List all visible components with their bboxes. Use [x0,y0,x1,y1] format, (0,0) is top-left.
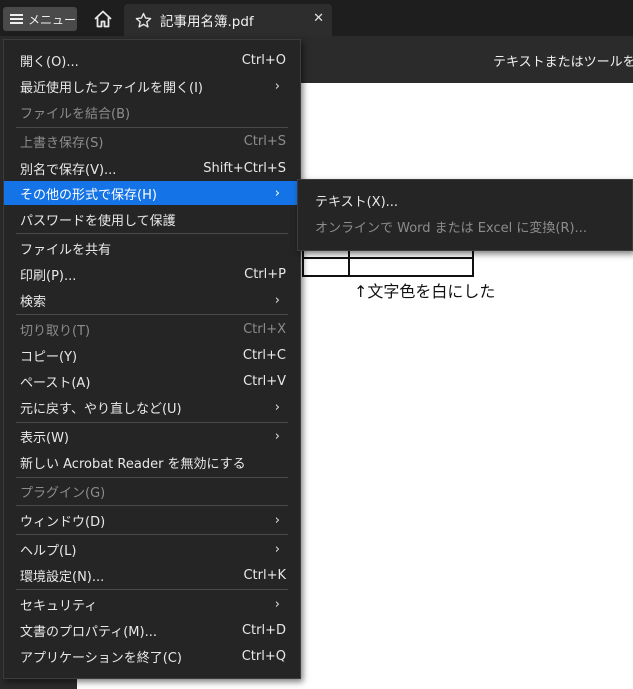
menu-item-recent[interactable]: 最近使用したファイルを開く(I) › [4,74,300,98]
document-tab[interactable]: 記事用名簿.pdf ✕ [124,4,332,36]
table-line [304,257,474,259]
menu-item-security[interactable]: セキュリティ › [4,592,300,616]
close-icon[interactable]: ✕ [313,11,324,26]
table-line [348,250,350,275]
menu-item-window[interactable]: ウィンドウ(D) › [4,508,300,532]
chevron-right-icon: › [274,512,280,528]
menu-item-password-protect[interactable]: パスワードを使用して保護 [4,207,300,231]
chevron-right-icon: › [274,596,280,612]
chevron-right-icon: › [274,292,280,308]
chevron-right-icon: › [274,428,280,444]
chevron-right-icon: › [274,185,280,201]
hamburger-icon [10,14,23,24]
menu-item-save: 上書き保存(S) Ctrl+S [20,133,286,151]
chevron-right-icon: › [274,78,280,94]
menu-item-exit[interactable]: アプリケーションを終了(C) Ctrl+Q [4,644,300,668]
chevron-right-icon: › [274,541,280,557]
menu-item-disable-new-reader[interactable]: 新しい Acrobat Reader を無効にする [4,450,300,474]
menu-divider [16,422,288,423]
menu-item-preferences[interactable]: 環境設定(N)... Ctrl+K [4,563,300,587]
menu-item-cut: 切り取り(T) Ctrl+X [20,321,286,339]
tab-bar: メニュー 記事用名簿.pdf ✕ [0,0,633,36]
menu-divider [16,505,288,506]
menu-item-document-properties[interactable]: 文書のプロパティ(M)... Ctrl+D [4,618,300,642]
document-table [302,250,474,277]
submenu-item-text[interactable]: テキスト(X)... [298,188,632,212]
menu-divider [16,233,288,234]
document-note: ↑文字色を白にした [354,282,496,301]
menu-divider [16,314,288,315]
menu-item-print[interactable]: 印刷(P)... Ctrl+P [4,262,300,286]
menu-item-paste[interactable]: ペースト(A) Ctrl+V [4,369,300,393]
menu-item-copy[interactable]: コピー(Y) Ctrl+C [4,343,300,367]
menu-item-plugins: プラグイン(G) [20,485,106,501]
menu-item-combine: ファイルを結合(B) [20,106,131,122]
menu-item-search[interactable]: 検索 › [4,288,300,312]
main-menu: 開く(O)... Ctrl+O 最近使用したファイルを開く(I) › ファイルを… [3,39,301,679]
menu-item-save-as[interactable]: 別名で保存(V)... Shift+Ctrl+S [4,156,300,180]
menu-button-label: メニュー [28,12,77,27]
menu-item-view[interactable]: 表示(W) › [4,424,300,448]
save-other-format-submenu: テキスト(X)... オンラインで Word または Excel に変換(R).… [297,179,633,251]
tab-title: 記事用名簿.pdf [160,14,254,30]
menu-item-share[interactable]: ファイルを共有 [4,236,300,260]
menu-divider [16,534,288,535]
menu-item-open[interactable]: 開く(O)... Ctrl+O [4,48,300,72]
menu-divider [16,127,288,128]
chevron-right-icon: › [274,399,280,415]
menu-item-save-other-format[interactable]: その他の形式で保存(H) › [4,181,300,205]
menu-item-help[interactable]: ヘルプ(L) › [4,537,300,561]
menu-divider [16,477,288,478]
home-icon[interactable] [92,8,114,30]
menu-divider [16,589,288,590]
search-tools-input[interactable]: テキストまたはツールを検索 [493,51,633,70]
star-icon[interactable] [135,12,152,29]
submenu-item-convert-online: オンラインで Word または Excel に変換(R)... [315,220,587,236]
menu-item-undo-redo[interactable]: 元に戻す、やり直しなど(U) › [4,395,300,419]
menu-button[interactable]: メニュー [3,7,77,31]
